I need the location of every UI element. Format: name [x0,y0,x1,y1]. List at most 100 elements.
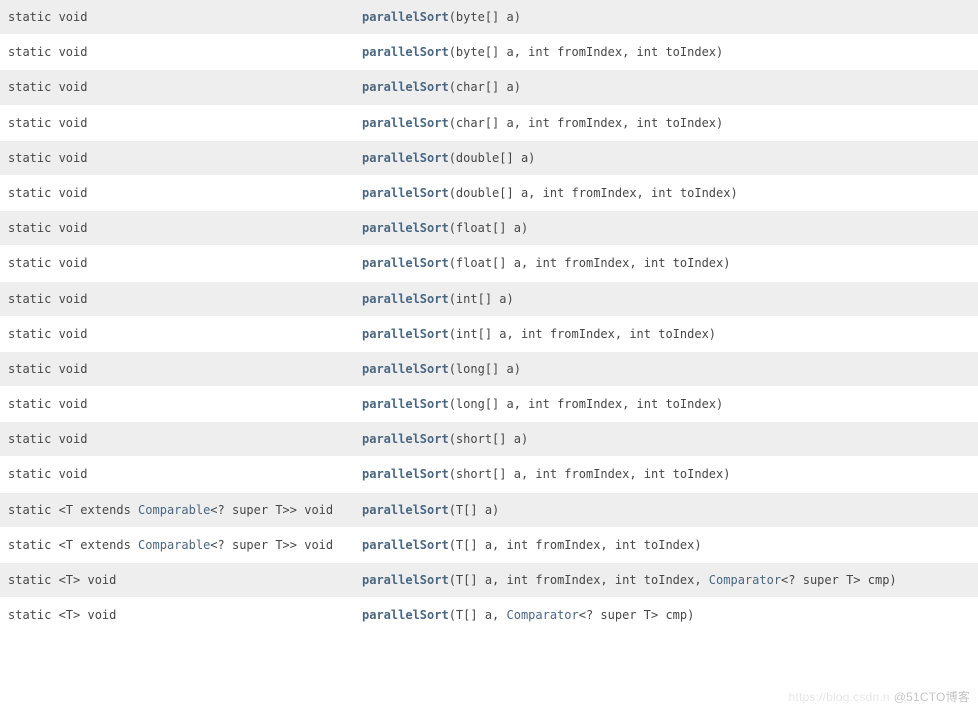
watermark-main: @51CTO博客 [894,690,970,704]
params-pre: (int[] a) [449,292,514,306]
table-row: static void parallelSort(int[] a, int fro… [0,316,978,351]
signature-cell: parallelSort(double[] a) [354,140,978,175]
table-row: static void parallelSort(char[] a) [0,70,978,105]
method-link[interactable]: parallelSort [362,503,449,517]
modifier-pre: static void [8,256,87,270]
modifier-cell: static <T> void [0,563,354,598]
modifier-cell: static void [0,422,354,457]
table-row: static void parallelSort(byte[] a) [0,0,978,35]
modifier-cell: static void [0,457,354,492]
modifier-pre: static void [8,116,87,130]
signature-cell: parallelSort(T[] a, int fromIndex, int t… [354,527,978,562]
table-row: static void parallelSort(long[] a) [0,351,978,386]
table-row: static void parallelSort(float[] a, int f… [0,246,978,281]
modifier-post: <? super T>> void [210,538,333,552]
signature-cell: parallelSort(short[] a) [354,422,978,457]
params-pre: (double[] a, int fromIndex, int toIndex) [449,186,738,200]
method-link[interactable]: parallelSort [362,397,449,411]
modifier-cell: static void [0,35,354,70]
table-row: static voidparallelSort(short[] a) [0,422,978,457]
params-pre: (float[] a) [449,221,528,235]
params-pre: (double[] a) [449,151,536,165]
method-link[interactable]: parallelSort [362,80,449,94]
signature-cell: parallelSort(long[] a) [354,351,978,386]
method-link[interactable]: parallelSort [362,256,449,270]
method-link[interactable]: parallelSort [362,116,449,130]
signature-cell: parallelSort(T[] a) [354,492,978,527]
modifier-cell: static void [0,316,354,351]
modifier-pre: static <T extends [8,538,138,552]
table-row: static void parallelSort(long[] a, int fr… [0,387,978,422]
params-pre: (char[] a, int fromIndex, int toIndex) [449,116,724,130]
table-row: static void parallelSort(byte[] a, int fr… [0,35,978,70]
table-row: static voidparallelSort(float[] a) [0,211,978,246]
params-pre: (byte[] a, int fromIndex, int toIndex) [449,45,724,59]
signature-cell: parallelSort(float[] a) [354,211,978,246]
method-link[interactable]: parallelSort [362,432,449,446]
signature-cell: parallelSort(T[] a, Comparator<? super T… [354,598,978,633]
params-pre: (short[] a, int fromIndex, int toIndex) [449,467,731,481]
method-link[interactable]: parallelSort [362,362,449,376]
params-post: <? super T> cmp) [781,573,897,587]
table-row: static void parallelSort(int[] a) [0,281,978,316]
method-link[interactable]: parallelSort [362,151,449,165]
signature-cell: parallelSort(byte[] a, int fromIndex, in… [354,35,978,70]
param-type-link[interactable]: Comparator [507,608,579,622]
method-link[interactable]: parallelSort [362,573,449,587]
signature-cell: parallelSort(char[] a) [354,70,978,105]
modifier-pre: static void [8,45,87,59]
modifier-cell: static <T> void [0,598,354,633]
modifier-pre: static void [8,362,87,376]
method-link[interactable]: parallelSort [362,186,449,200]
signature-cell: parallelSort(byte[] a) [354,0,978,35]
modifier-pre: static void [8,10,87,24]
table-row: static voidparallelSort(double[] a, int … [0,175,978,210]
modifier-pre: static <T extends [8,503,138,517]
method-summary-table: static voidparallelSort(byte[] a)static … [0,0,978,632]
table-row: static void parallelSort(double[] a) [0,140,978,175]
modifier-pre: static void [8,151,87,165]
param-type-link[interactable]: Comparator [709,573,781,587]
modifier-pre: static void [8,80,87,94]
modifier-pre: static void [8,292,87,306]
table-row: static <T extends Comparable<? super T>>… [0,527,978,562]
signature-cell: parallelSort(float[] a, int fromIndex, i… [354,246,978,281]
signature-cell: parallelSort(int[] a, int fromIndex, int… [354,316,978,351]
params-pre: (T[] a, [449,608,507,622]
modifier-pre: static void [8,327,87,341]
method-link[interactable]: parallelSort [362,221,449,235]
type-link[interactable]: Comparable [138,538,210,552]
modifier-pre: static <T> void [8,608,116,622]
modifier-cell: static <T extends Comparable<? super T>>… [0,527,354,562]
table-row: static void parallelSort(short[] a, int f… [0,457,978,492]
method-link[interactable]: parallelSort [362,467,449,481]
modifier-cell: static void [0,246,354,281]
method-link[interactable]: parallelSort [362,45,449,59]
method-link[interactable]: parallelSort [362,608,449,622]
params-post: <? super T> cmp) [579,608,695,622]
type-link[interactable]: Comparable [138,503,210,517]
modifier-pre: static void [8,397,87,411]
params-pre: (long[] a, int fromIndex, int toIndex) [449,397,724,411]
method-link[interactable]: parallelSort [362,327,449,341]
method-link[interactable]: parallelSort [362,292,449,306]
modifier-cell: static void [0,140,354,175]
signature-cell: parallelSort(T[] a, int fromIndex, int t… [354,563,978,598]
modifier-post: <? super T>> void [210,503,333,517]
table-row: static <T> void parallelSort(T[] a, int f… [0,563,978,598]
modifier-cell: static void [0,0,354,35]
signature-cell: parallelSort(char[] a, int fromIndex, in… [354,105,978,140]
watermark: https://blog.csdn.n@51CTO博客 [789,688,970,705]
modifier-cell: static void [0,175,354,210]
modifier-pre: static <T> void [8,573,116,587]
method-link[interactable]: parallelSort [362,10,449,24]
signature-cell: parallelSort(long[] a, int fromIndex, in… [354,387,978,422]
method-link[interactable]: parallelSort [362,538,449,552]
modifier-cell: static void [0,351,354,386]
signature-cell: parallelSort(double[] a, int fromIndex, … [354,175,978,210]
modifier-pre: static void [8,467,87,481]
modifier-cell: static void [0,70,354,105]
params-pre: (short[] a) [449,432,528,446]
signature-cell: parallelSort(int[] a) [354,281,978,316]
modifier-cell: static void [0,281,354,316]
